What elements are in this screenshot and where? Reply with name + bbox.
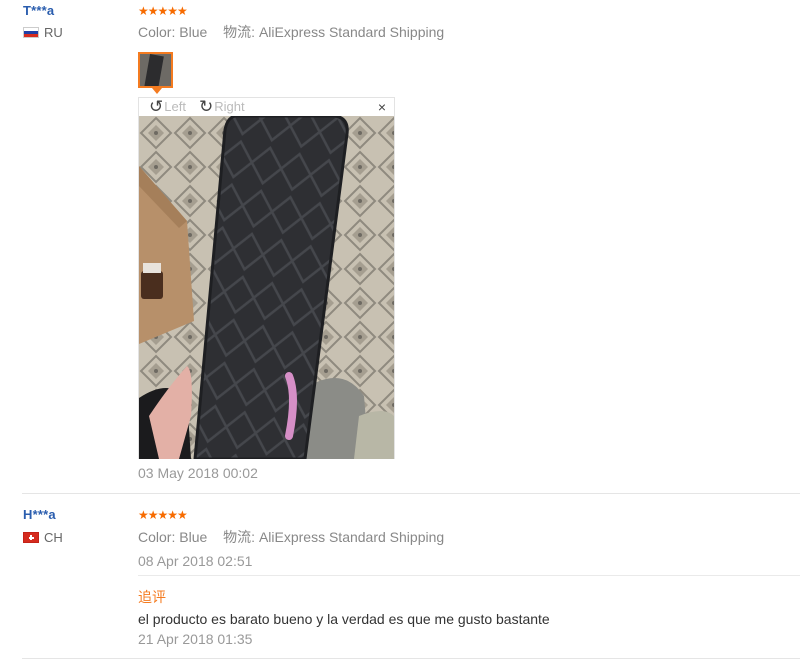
thumbnail-image: [144, 54, 164, 86]
color-label: Color:: [138, 24, 176, 40]
shipping-value: AliExpress Standard Shipping: [258, 529, 445, 545]
rotate-right-button[interactable]: ↻ Right: [199, 98, 245, 115]
country-code: RU: [44, 25, 63, 40]
followup-date: 21 Apr 2018 01:35: [138, 631, 253, 647]
image-viewer: ↺ Left ↻ Right ×: [138, 97, 395, 459]
rotate-right-icon: ↻: [199, 97, 214, 116]
review-attributes: Color: Blue 物流: AliExpress Standard Ship…: [138, 527, 444, 547]
rotate-left-label: Left: [164, 99, 186, 114]
rotate-left-icon: ↺: [149, 97, 164, 116]
flag-ch-icon: [23, 532, 39, 543]
shipping-label: 物流:: [223, 24, 256, 40]
review-date: 08 Apr 2018 02:51: [138, 553, 253, 569]
followup-label: 追评: [138, 589, 166, 605]
color-value: Blue: [179, 529, 208, 545]
close-icon[interactable]: ×: [378, 99, 386, 115]
reviewer-name[interactable]: H***a: [23, 507, 56, 522]
color-label: Color:: [138, 529, 176, 545]
image-viewer-toolbar: ↺ Left ↻ Right ×: [139, 98, 394, 116]
rating-stars: ★★★★★: [138, 508, 188, 522]
review-divider: [22, 658, 800, 659]
review-date: 03 May 2018 00:02: [138, 465, 258, 481]
shipping-label: 物流:: [223, 529, 256, 545]
rotate-right-label: Right: [214, 99, 245, 114]
reviewer-country: RU: [23, 25, 63, 40]
review-item: H***a CH ★★★★★ Color: Blue 物流: AliExpres…: [0, 494, 800, 663]
review-photo: [139, 116, 394, 459]
reviewer-name[interactable]: T***a: [23, 3, 54, 18]
rotate-left-button[interactable]: ↺ Left: [149, 98, 186, 115]
followup-divider: [138, 575, 800, 576]
rating-stars: ★★★★★: [138, 4, 188, 18]
flag-ru-icon: [23, 27, 39, 38]
review-attributes: Color: Blue 物流: AliExpress Standard Ship…: [138, 22, 444, 42]
country-code: CH: [44, 530, 63, 545]
review-item: T***a RU ★★★★★ Color: Blue 物流: AliExpres…: [0, 0, 800, 494]
product-photo-image: [139, 116, 394, 459]
thumbnail-pointer: [152, 88, 162, 94]
color-value: Blue: [179, 24, 208, 40]
shipping-value: AliExpress Standard Shipping: [258, 24, 445, 40]
followup-text: el producto es barato bueno y la verdad …: [138, 611, 550, 627]
reviewer-country: CH: [23, 530, 63, 545]
review-photo-thumbnail[interactable]: [138, 52, 173, 88]
